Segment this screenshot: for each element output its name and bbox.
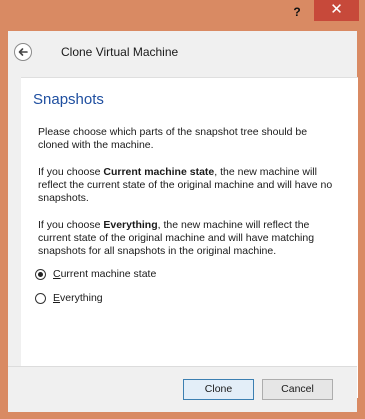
wizard-header: Clone Virtual Machine (8, 31, 357, 75)
back-button[interactable] (14, 43, 32, 61)
help-button[interactable]: ? (287, 2, 307, 22)
dialog-client: Clone Virtual Machine Snapshots Please c… (8, 31, 358, 412)
current-state-description: If you choose Current machine state, the… (38, 166, 338, 205)
close-button[interactable]: ✕ (314, 0, 359, 21)
cancel-button[interactable]: Cancel (262, 379, 333, 400)
intro-text: Please choose which parts of the snapsho… (38, 126, 308, 151)
para2-bold-term: Current machine state (103, 166, 215, 178)
wizard-page: Snapshots Please choose which parts of t… (21, 77, 358, 398)
button-bar: Clone Cancel (8, 366, 357, 412)
radio-label-current[interactable]: Current machine state (53, 268, 156, 280)
mnemonic-e: E (53, 292, 61, 304)
para3-bold-term: Everything (103, 219, 158, 231)
clone-button[interactable]: Clone (183, 379, 254, 400)
radio-label-everything[interactable]: Everything (53, 292, 103, 304)
radio-current-machine-state[interactable]: Current machine state (35, 266, 156, 282)
para3-prefix: If you choose (38, 219, 104, 231)
radio-everything[interactable]: Everything (35, 290, 103, 306)
radio-button-checked[interactable] (35, 268, 46, 280)
back-arrow-icon (18, 48, 28, 56)
title-bar: ? ✕ (0, 0, 365, 27)
everything-description: If you choose Everything, the new machin… (38, 219, 338, 258)
wizard-title: Clone Virtual Machine (61, 45, 179, 59)
label-rest: verything (60, 292, 103, 304)
radio-button-unchecked[interactable] (35, 292, 46, 304)
page-title: Snapshots (33, 91, 104, 108)
para2-prefix: If you choose (38, 166, 104, 178)
mnemonic-c: C (53, 268, 61, 280)
label-rest: urrent machine state (60, 268, 157, 280)
